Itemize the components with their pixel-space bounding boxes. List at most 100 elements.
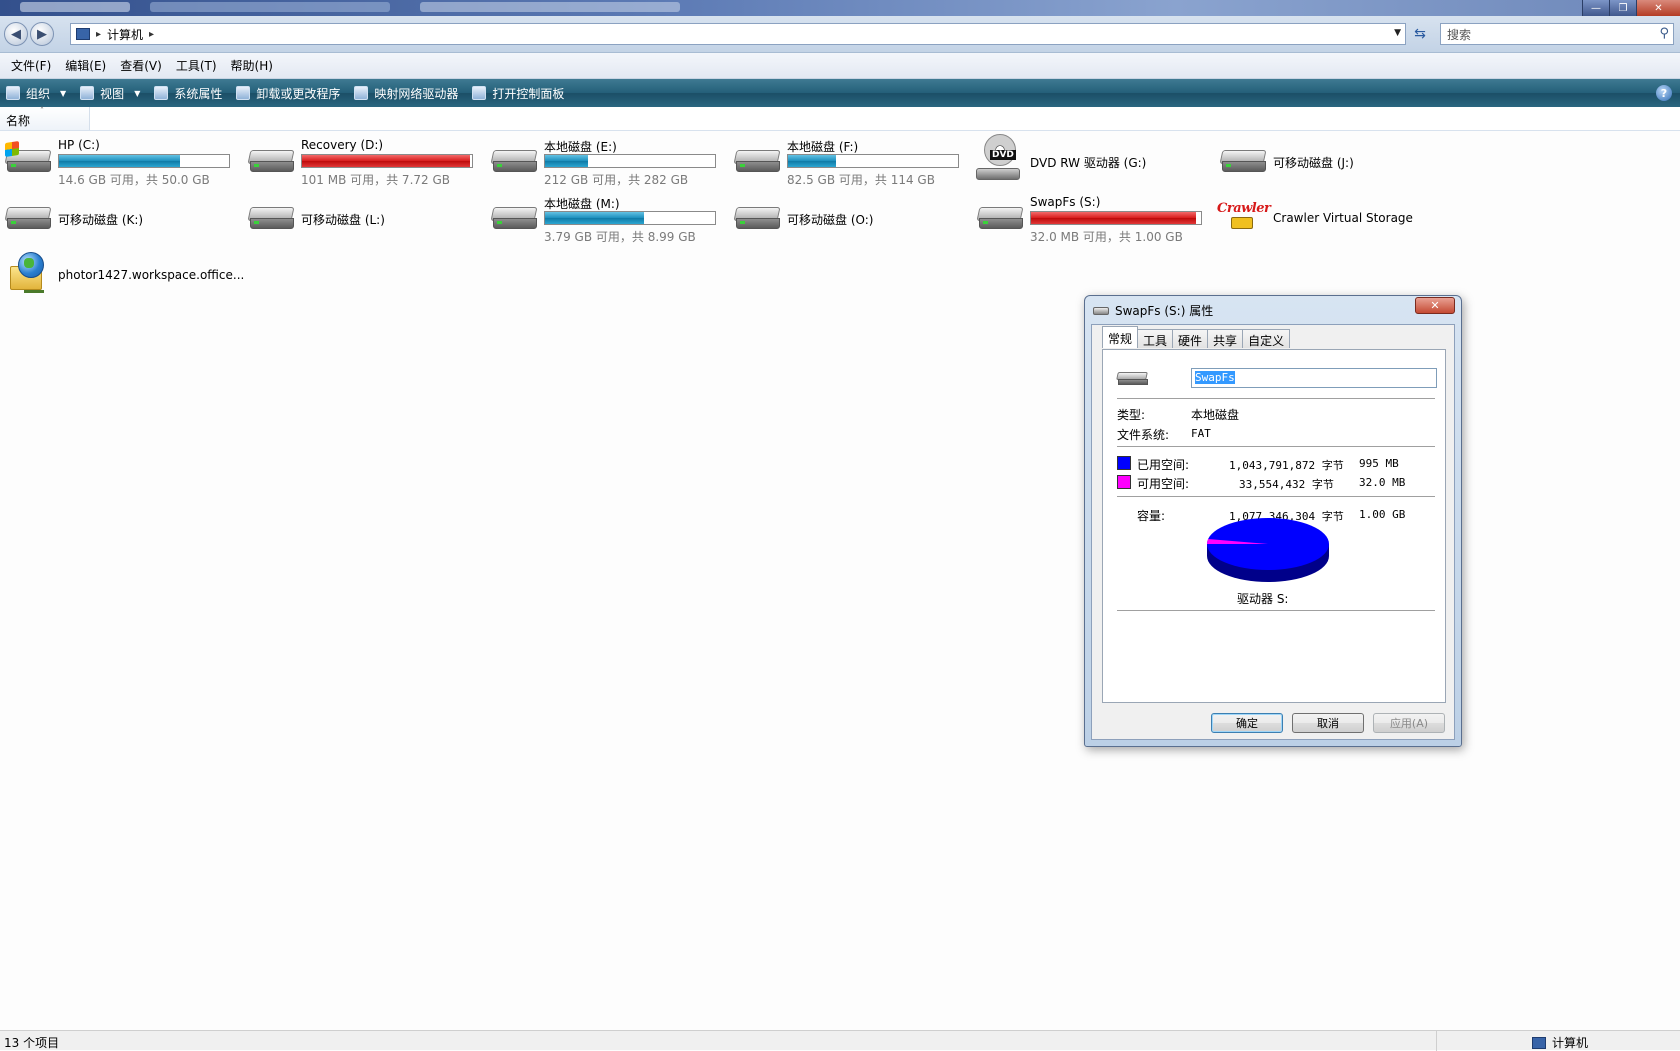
breadcrumb-computer[interactable]: 计算机 bbox=[107, 26, 143, 43]
views-button[interactable]: 视图 ▼ bbox=[80, 85, 140, 102]
window-controls: — ❐ ✕ bbox=[1582, 0, 1680, 16]
menu-edit[interactable]: 编辑(E) bbox=[58, 57, 113, 74]
refresh-button[interactable]: ⇆ bbox=[1410, 24, 1430, 44]
usage-bar-fill bbox=[302, 155, 471, 167]
drive-name: Crawler Virtual Storage bbox=[1273, 211, 1413, 225]
usage-bar bbox=[787, 154, 959, 168]
drive-f[interactable]: 本地磁盘 (F:) 82.5 GB 可用，共 114 GB bbox=[729, 134, 967, 187]
cancel-button[interactable]: 取消 bbox=[1292, 713, 1364, 733]
menu-tools[interactable]: 工具(T) bbox=[169, 57, 224, 74]
minimize-button[interactable]: — bbox=[1582, 0, 1609, 16]
back-arrow-icon: ◀ bbox=[11, 26, 21, 42]
back-button[interactable]: ◀ bbox=[4, 22, 28, 46]
views-label: 视图 bbox=[100, 86, 125, 101]
close-button[interactable]: ✕ bbox=[1636, 0, 1680, 16]
drive-g[interactable]: DVD DVD RW 驱动器 (G:) bbox=[972, 134, 1210, 186]
crawler-logo: Crawler bbox=[1217, 201, 1271, 216]
drive-name: 可移动磁盘 (L:) bbox=[301, 213, 385, 227]
removable-disk-icon bbox=[247, 203, 295, 231]
address-dropdown-icon[interactable]: ▼ bbox=[1394, 28, 1401, 38]
used-space-label: 已用空间: bbox=[1137, 458, 1190, 472]
removable-disk-icon bbox=[1219, 146, 1267, 174]
uninstall-button[interactable]: 卸载或更改程序 bbox=[236, 85, 340, 102]
maximize-button[interactable]: ❐ bbox=[1609, 0, 1636, 16]
drive-d[interactable]: Recovery (D:) 101 MB 可用，共 7.72 GB bbox=[243, 134, 481, 187]
free-space-label: 可用空间: bbox=[1137, 477, 1190, 491]
free-space-bytes: 33,554,432 字节 bbox=[1239, 478, 1334, 491]
title-blur bbox=[420, 2, 680, 12]
address-bar[interactable]: ▸ 计算机 ▸ ▼ bbox=[70, 23, 1406, 45]
help-icon[interactable]: ? bbox=[1656, 85, 1672, 101]
menu-file[interactable]: 文件(F) bbox=[4, 57, 58, 74]
hdd-icon bbox=[247, 146, 295, 174]
menu-help[interactable]: 帮助(H) bbox=[224, 57, 280, 74]
drive-free-space: 3.79 GB 可用，共 8.99 GB bbox=[544, 230, 696, 244]
system-properties-button[interactable]: 系统属性 bbox=[154, 85, 222, 102]
dvd-drive-icon: DVD bbox=[976, 134, 1022, 184]
uninstall-icon bbox=[236, 86, 251, 100]
computer-icon bbox=[1532, 1036, 1546, 1049]
tab-general[interactable]: 常规 bbox=[1102, 326, 1139, 348]
column-name[interactable]: 名称 ˄ bbox=[0, 106, 90, 130]
breadcrumb-separator-icon[interactable]: ▸ bbox=[149, 29, 154, 40]
type-value: 本地磁盘 bbox=[1191, 408, 1240, 422]
drive-e[interactable]: 本地磁盘 (E:) 212 GB 可用，共 282 GB bbox=[486, 134, 724, 187]
control-panel-icon bbox=[472, 86, 487, 100]
drive-k[interactable]: 可移动磁盘 (K:) bbox=[0, 191, 238, 243]
chevron-down-icon: ▼ bbox=[60, 88, 67, 98]
forward-button[interactable]: ▶ bbox=[30, 22, 54, 46]
column-header: 名称 ˄ bbox=[0, 106, 1680, 131]
dialog-title-text: SwapFs (S:) 属性 bbox=[1115, 304, 1214, 318]
drive-l[interactable]: 可移动磁盘 (L:) bbox=[243, 191, 481, 243]
system-properties-label: 系统属性 bbox=[174, 86, 223, 101]
search-input[interactable]: 搜索 ⚲ bbox=[1440, 23, 1674, 45]
usage-bar bbox=[58, 154, 230, 168]
organize-icon bbox=[6, 86, 20, 100]
tab-tools[interactable]: 工具 bbox=[1137, 329, 1174, 348]
title-blur bbox=[20, 2, 130, 12]
divider bbox=[1117, 446, 1435, 447]
dialog-close-button[interactable]: ✕ bbox=[1415, 297, 1455, 314]
drive-name: 本地磁盘 (F:) bbox=[787, 140, 859, 154]
drive-o[interactable]: 可移动磁盘 (O:) bbox=[729, 191, 967, 243]
hdd-icon bbox=[1093, 306, 1109, 315]
search-icon[interactable]: ⚲ bbox=[1659, 26, 1669, 41]
usage-bar-fill bbox=[545, 212, 644, 224]
network-location[interactable]: photor1427.workspace.office... bbox=[0, 248, 244, 300]
menu-view[interactable]: 查看(V) bbox=[113, 57, 169, 74]
apply-button[interactable]: 应用(A) bbox=[1373, 713, 1445, 733]
network-drive-icon bbox=[354, 86, 369, 100]
properties-dialog: SwapFs (S:) 属性 ✕ 常规 工具 硬件 共享 自定义 SwapFs … bbox=[1084, 295, 1462, 747]
close-icon: ✕ bbox=[1430, 299, 1440, 312]
status-divider bbox=[1436, 1031, 1437, 1051]
hdd-icon bbox=[490, 146, 538, 174]
drive-letter-label: 驱动器 S: bbox=[1237, 592, 1289, 606]
drive-s[interactable]: SwapFs (S:) 32.0 MB 可用，共 1.00 GB bbox=[972, 191, 1210, 244]
free-space-size: 32.0 MB bbox=[1359, 476, 1406, 489]
drive-name: 可移动磁盘 (K:) bbox=[58, 213, 144, 227]
drive-c[interactable]: HP (C:) 14.6 GB 可用，共 50.0 GB bbox=[0, 134, 238, 187]
general-tab-panel: SwapFs 类型: 本地磁盘 文件系统: FAT 已用空间: 1,043,79… bbox=[1102, 349, 1446, 703]
ok-button[interactable]: 确定 bbox=[1211, 713, 1283, 733]
breadcrumb-separator-icon[interactable]: ▸ bbox=[96, 29, 101, 40]
usage-bar bbox=[1030, 211, 1202, 225]
windows-hdd-icon bbox=[4, 141, 52, 174]
control-panel-button[interactable]: 打开控制面板 bbox=[472, 85, 564, 102]
map-network-drive-button[interactable]: 映射网络驱动器 bbox=[354, 85, 458, 102]
tab-customize[interactable]: 自定义 bbox=[1242, 329, 1291, 348]
capacity-size: 1.00 GB bbox=[1359, 508, 1406, 521]
tab-hardware[interactable]: 硬件 bbox=[1172, 329, 1209, 348]
drive-name: HP (C:) bbox=[58, 138, 100, 152]
free-space-swatch bbox=[1117, 475, 1131, 489]
menu-bar: 文件(F) 编辑(E) 查看(V) 工具(T) 帮助(H) bbox=[0, 53, 1680, 79]
drive-name: 可移动磁盘 (J:) bbox=[1273, 156, 1354, 170]
organize-button[interactable]: 组织 ▼ bbox=[6, 85, 66, 102]
drive-name: photor1427.workspace.office... bbox=[58, 268, 245, 282]
volume-name-field[interactable]: SwapFs bbox=[1191, 368, 1437, 388]
crawler-virtual-storage[interactable]: Crawler Crawler Virtual Storage bbox=[1215, 191, 1453, 243]
tab-sharing[interactable]: 共享 bbox=[1207, 329, 1244, 348]
drive-j[interactable]: 可移动磁盘 (J:) bbox=[1215, 134, 1453, 186]
hdd-icon bbox=[976, 203, 1024, 231]
drive-m[interactable]: 本地磁盘 (M:) 3.79 GB 可用，共 8.99 GB bbox=[486, 191, 724, 244]
divider bbox=[1117, 496, 1435, 497]
